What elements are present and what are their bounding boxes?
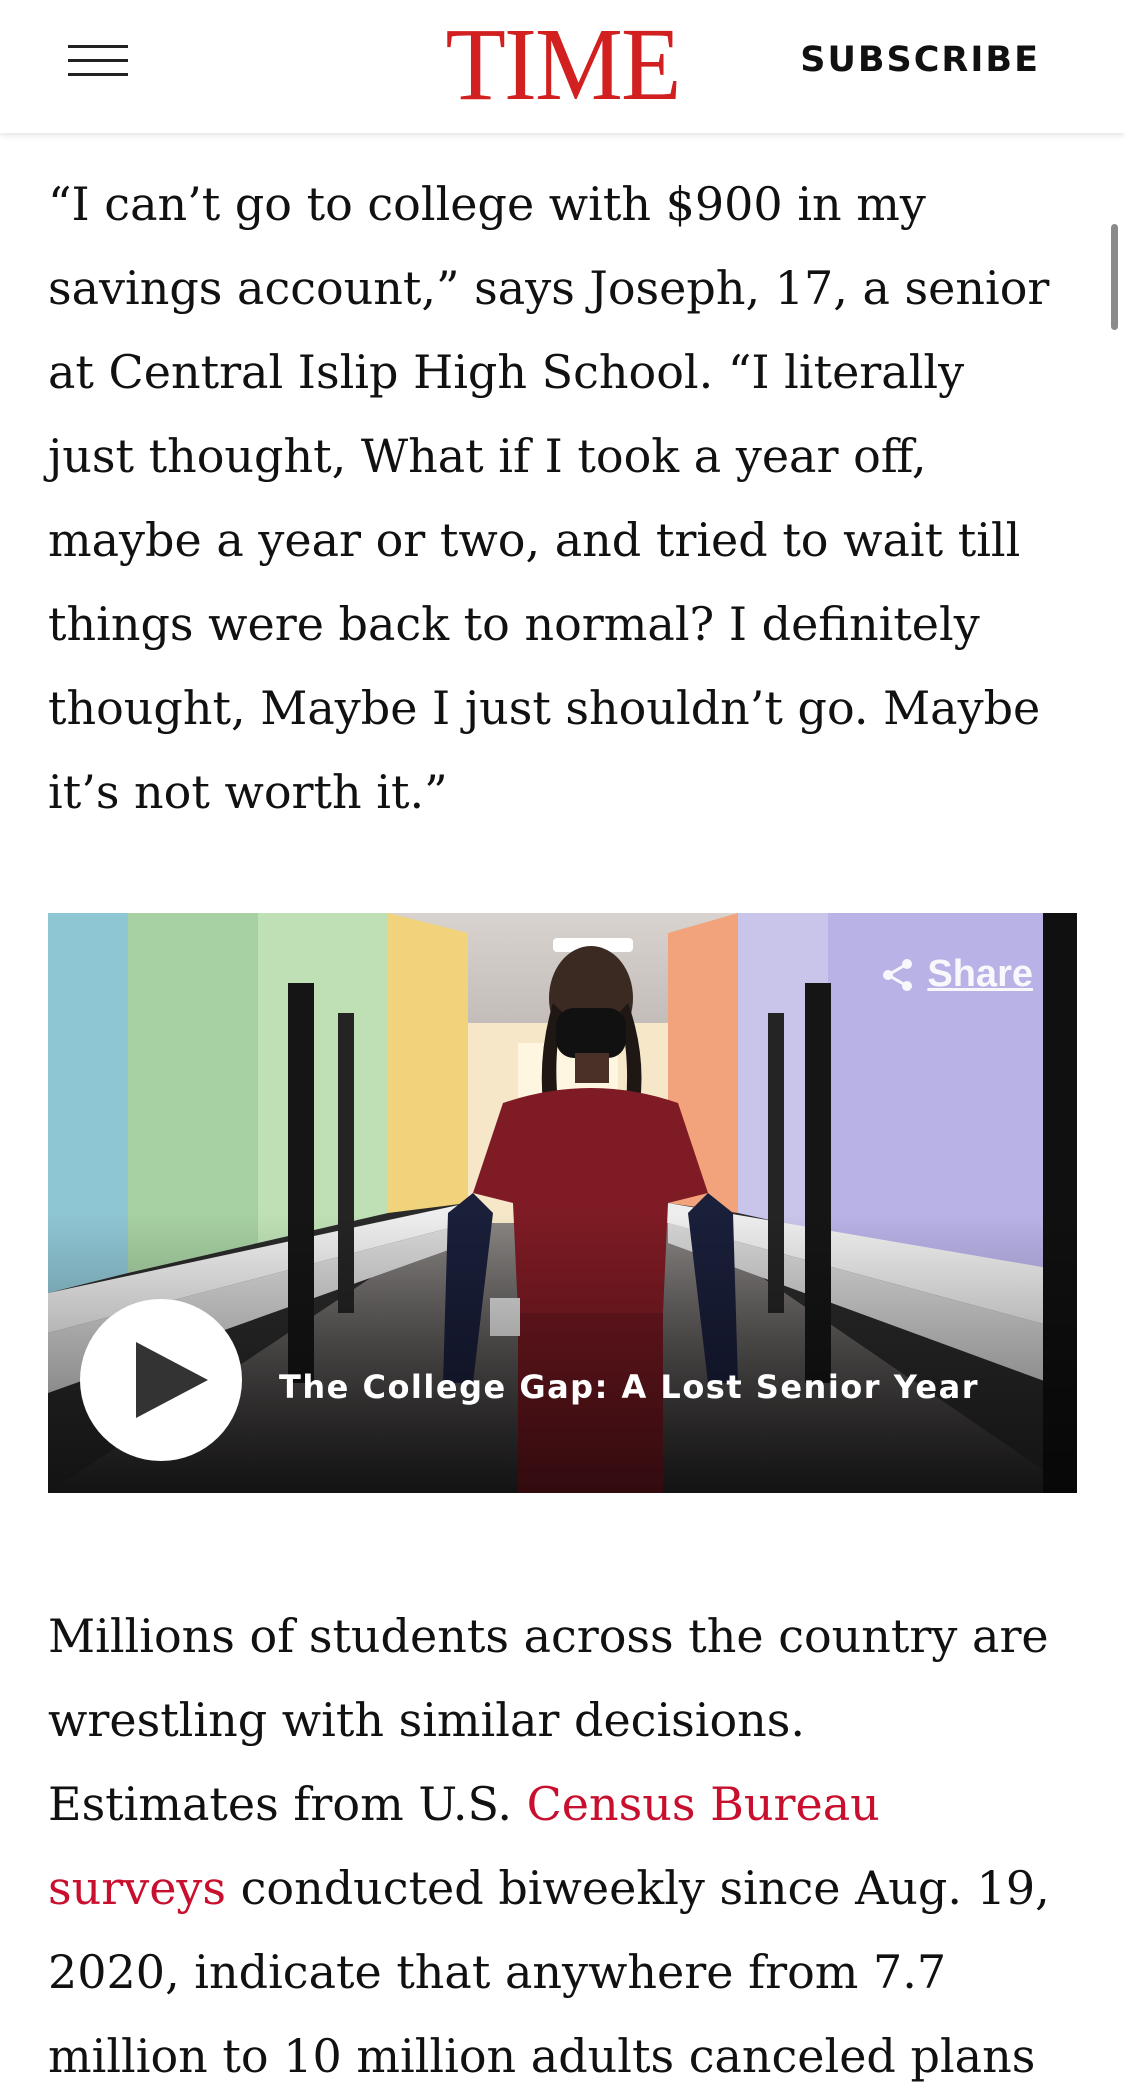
- video-player[interactable]: Share The College Gap: A Lost Senior Yea…: [48, 913, 1077, 1493]
- census-bureau-link[interactable]: Census Bureau: [527, 1777, 880, 1831]
- page-scrollbar[interactable]: [1111, 224, 1118, 330]
- paragraph-line: “I can’t go to college with $900 in my: [48, 177, 926, 231]
- paragraph-line: million to 10 million adults canceled pl…: [48, 2029, 1036, 2083]
- paragraph-line: things were back to normal? I definitely: [48, 597, 980, 651]
- paragraph-text: Estimates from U.S.: [48, 1777, 527, 1831]
- paragraph-line: 2020, indicate that anywhere from 7.7: [48, 1945, 947, 1999]
- paragraph-line: wrestling with similar decisions.: [48, 1693, 806, 1747]
- article-paragraph-census: Millions of students across the country …: [48, 1594, 1108, 2083]
- article-paragraph-quote: “I can’t go to college with $900 in my s…: [48, 162, 1088, 834]
- article-body: “I can’t go to college with $900 in my s…: [48, 162, 1088, 834]
- video-title: The College Gap: A Lost Senior Year: [279, 1368, 979, 1406]
- paragraph-line: at Central Islip High School. “I literal…: [48, 345, 965, 399]
- paragraph-line: it’s not worth it.”: [48, 765, 448, 819]
- paragraph-line: maybe a year or two, and tried to wait t…: [48, 513, 1021, 567]
- paragraph-line: surveys conducted biweekly since Aug. 19…: [48, 1846, 1108, 1930]
- paragraph-text: conducted biweekly since Aug. 19,: [226, 1861, 1050, 1915]
- share-button[interactable]: Share: [879, 953, 1033, 996]
- subscribe-button[interactable]: SUBSCRIBE: [800, 40, 1040, 80]
- census-surveys-link[interactable]: surveys: [48, 1861, 226, 1915]
- paragraph-line: savings account,” says Joseph, 17, a sen…: [48, 261, 1050, 315]
- share-label: Share: [927, 953, 1033, 995]
- paragraph-line: just thought, What if I took a year off,: [48, 429, 927, 483]
- play-icon: [136, 1342, 208, 1418]
- top-navigation-bar: TIME SUBSCRIBE: [0, 0, 1125, 133]
- share-icon: [883, 958, 913, 991]
- paragraph-line: thought, Maybe I just shouldn’t go. Mayb…: [48, 681, 1041, 735]
- paragraph-line: Millions of students across the country …: [48, 1609, 1049, 1663]
- paragraph-line: Estimates from U.S. Census Bureau: [48, 1762, 1108, 1846]
- play-button[interactable]: [80, 1299, 242, 1461]
